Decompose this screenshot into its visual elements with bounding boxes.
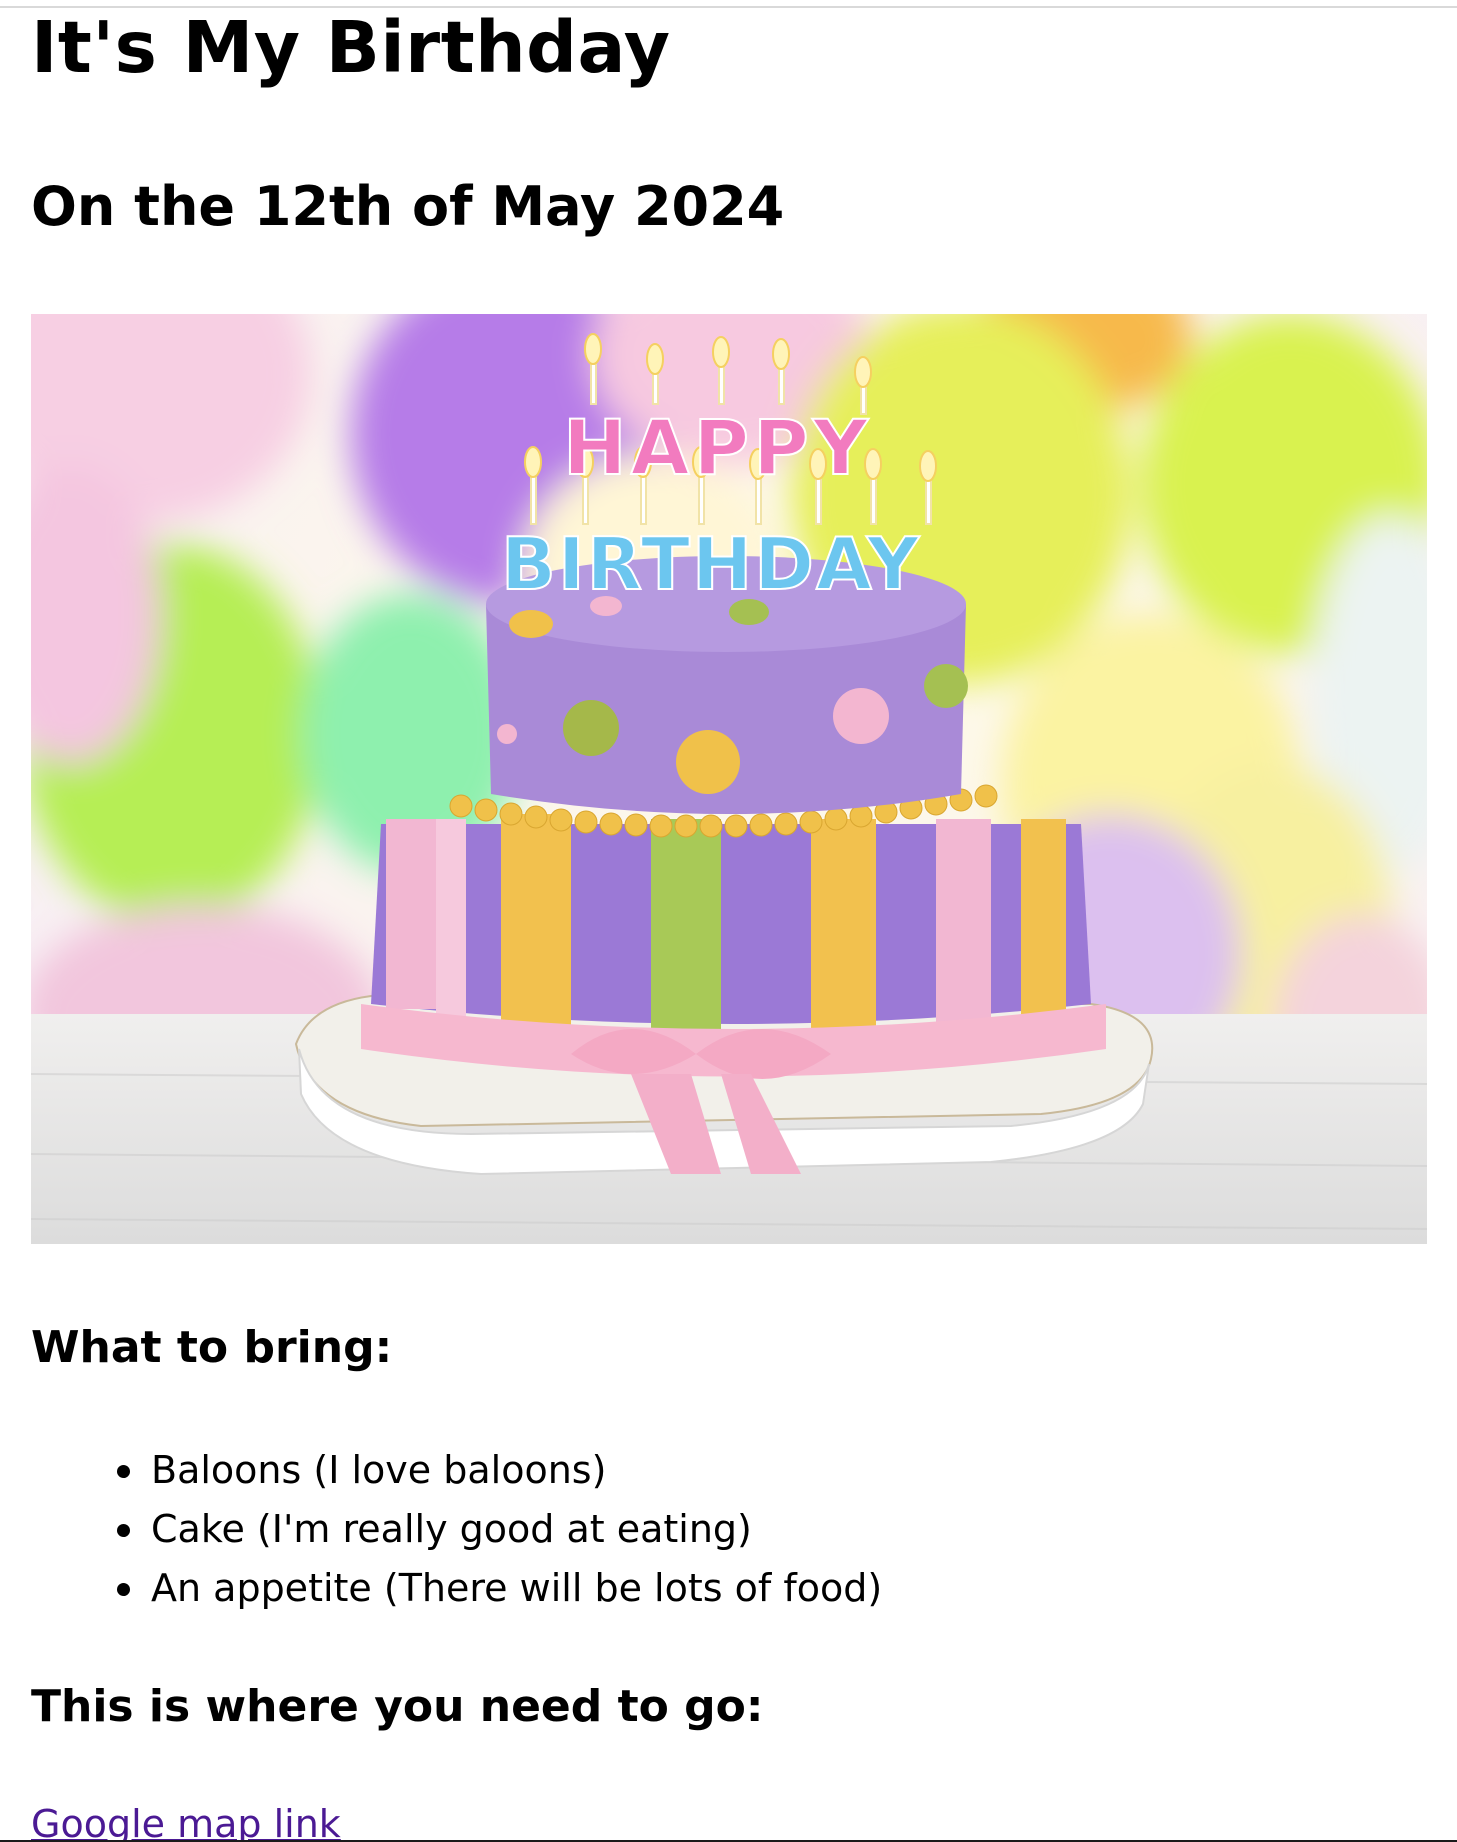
page-subtitle: On the 12th of May 2024: [31, 175, 785, 238]
birthday-cake-image: HAPPY BIRTHDAY .hero text:nth-of-type(1)…: [31, 314, 1427, 1244]
list-item: An appetite (There will be lots of food): [116, 1559, 882, 1618]
svg-text:BIRTHDAY: BIRTHDAY: [501, 522, 921, 606]
bring-heading: What to bring:: [31, 1322, 393, 1373]
location-heading: This is where you need to go:: [31, 1681, 764, 1732]
svg-text:HAPPY: HAPPY: [563, 403, 872, 492]
page-title: It's My Birthday: [31, 6, 671, 89]
bring-list: Baloons (I love baloons) Cake (I'm reall…: [116, 1441, 882, 1618]
google-map-link[interactable]: Google map link: [31, 1798, 341, 1842]
list-item: Baloons (I love baloons): [116, 1441, 882, 1500]
cake-illustration: HAPPY BIRTHDAY .hero text:nth-of-type(1)…: [31, 314, 1427, 1244]
list-item: Cake (I'm really good at eating): [116, 1500, 882, 1559]
